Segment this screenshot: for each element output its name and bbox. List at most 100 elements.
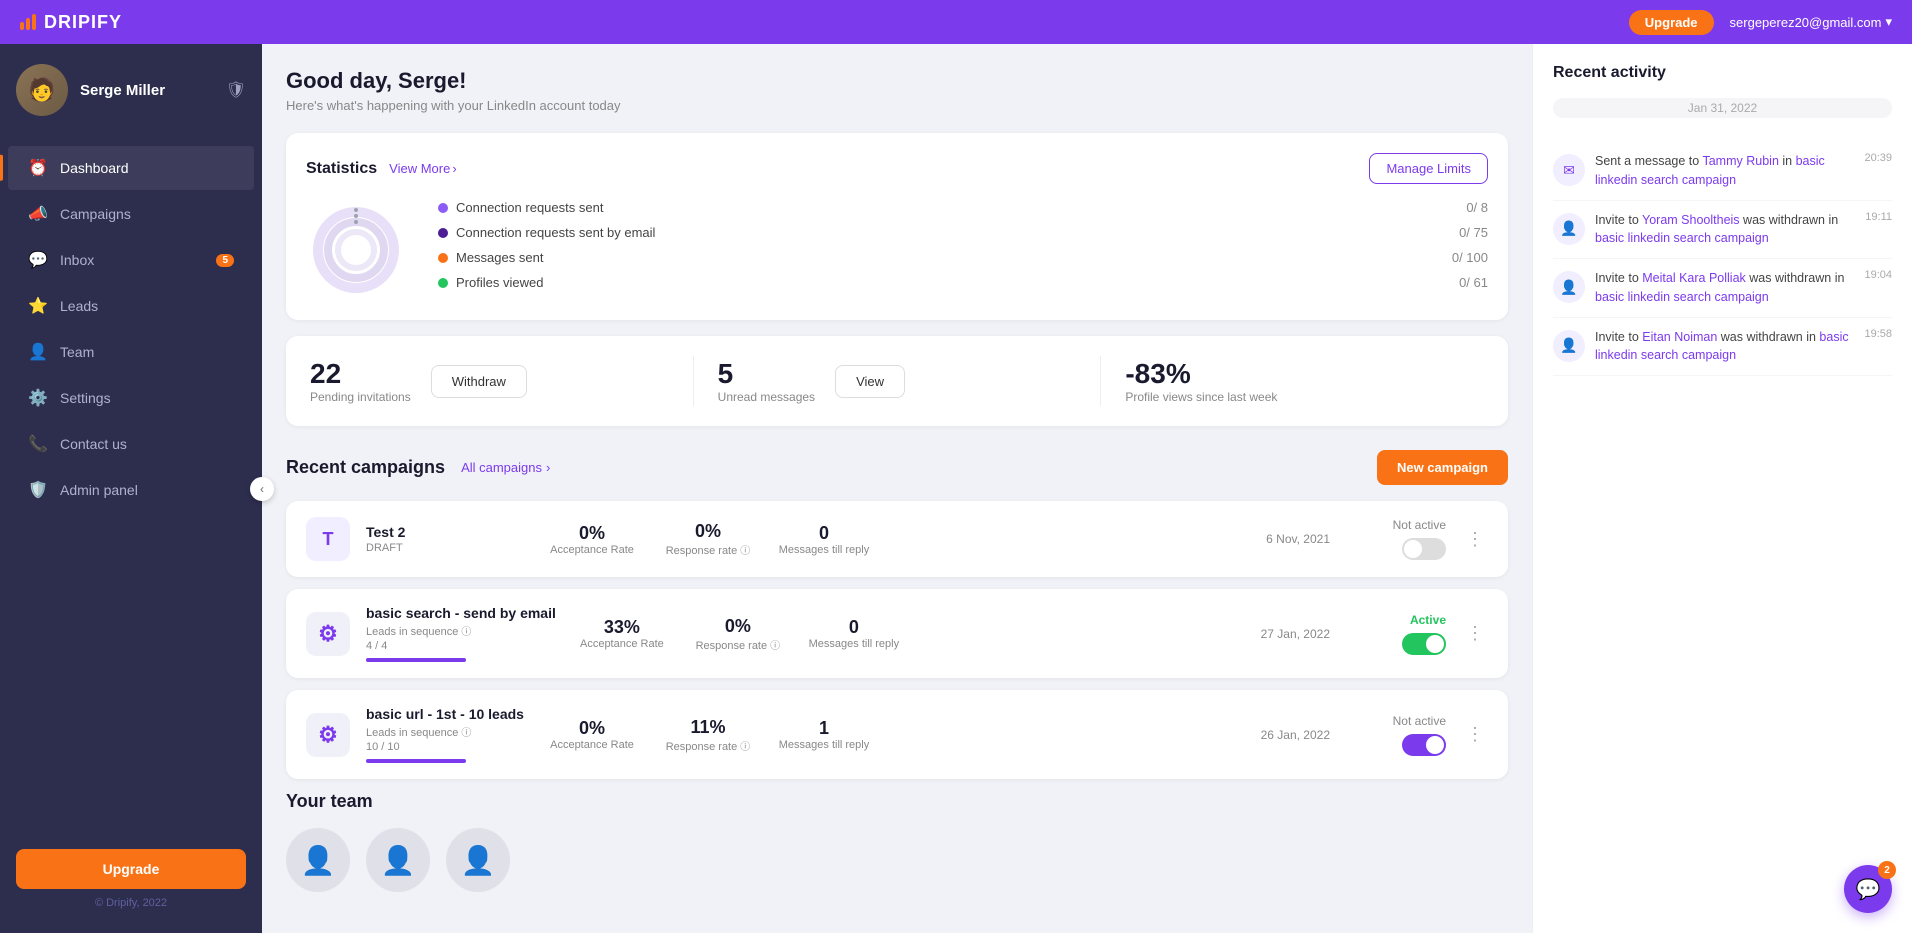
team-avatar-2: 👤 (366, 828, 430, 892)
sidebar-nav: ⏰ Dashboard 📣 Campaigns 💬 Inbox 5 ⭐ Lead… (0, 136, 262, 833)
your-team-section: Your team 👤 👤 👤 (286, 791, 1508, 892)
donut-chart (306, 200, 406, 300)
logo-text: DRIPIFY (44, 12, 122, 33)
metric-label-profile-views: Profile views since last week (1125, 390, 1277, 404)
stats-body: Connection requests sent 0/ 8 Connection… (306, 200, 1488, 300)
manage-limits-button[interactable]: Manage Limits (1369, 153, 1488, 184)
activity-link-campaign2[interactable]: basic linkedin search campaign (1595, 231, 1769, 245)
activity-link-yoram[interactable]: Yoram Shooltheis (1642, 213, 1740, 227)
campaign-date-url: 26 Jan, 2022 (1240, 728, 1330, 742)
sidebar-item-team[interactable]: 👤 Team (8, 330, 254, 374)
toggle-switch[interactable] (1402, 734, 1446, 756)
activity-time-2: 19:11 (1865, 211, 1892, 223)
sidebar-item-label: Admin panel (60, 482, 138, 498)
activity-text-4: Invite to Eitan Noiman was withdrawn in … (1595, 328, 1854, 366)
campaign-card-url: ⚙ basic url - 1st - 10 leads Leads in se… (286, 690, 1508, 779)
sidebar-footer: Upgrade © Dripify, 2022 (0, 833, 262, 933)
dashboard-icon: ⏰ (28, 158, 48, 178)
team-cards: 👤 👤 👤 (286, 828, 1508, 892)
user-email-display[interactable]: sergeperez20@gmail.com ▾ (1730, 14, 1892, 30)
activity-invite-icon-2: 👤 (1553, 271, 1585, 303)
view-more-link[interactable]: View More › (389, 161, 457, 176)
all-campaigns-link[interactable]: All campaigns › (461, 460, 550, 475)
legend-dot (438, 278, 448, 288)
admin-icon: 🛡️ (28, 480, 48, 500)
sidebar-item-settings[interactable]: ⚙️ Settings (8, 376, 254, 420)
legend-dot (438, 228, 448, 238)
sidebar-item-dashboard[interactable]: ⏰ Dashboard (8, 146, 254, 190)
activity-invite-icon-3: 👤 (1553, 330, 1585, 362)
content-left: Good day, Serge! Here's what's happening… (262, 44, 1532, 933)
metric-number-profile-views: -83% (1125, 358, 1277, 390)
sidebar-item-leads[interactable]: ⭐ Leads (8, 284, 254, 328)
stats-legend: Connection requests sent 0/ 8 Connection… (438, 200, 1488, 300)
status-label: Not active (1393, 714, 1446, 728)
view-button[interactable]: View (835, 365, 905, 398)
sidebar-collapse-button[interactable]: ‹ (250, 477, 274, 501)
team-avatar-1: 👤 (286, 828, 350, 892)
campaigns-icon: 📣 (28, 204, 48, 224)
content-with-activity: Good day, Serge! Here's what's happening… (262, 44, 1912, 933)
statistics-card: Statistics View More › Manage Limits (286, 133, 1508, 320)
avatar: 🧑 (16, 64, 68, 116)
metric-separator (1100, 356, 1101, 406)
profile-name: Serge Miller (80, 82, 165, 99)
campaign-acceptance-url: 0% Acceptance Rate (542, 718, 642, 751)
campaign-status-test2: Not active (1346, 518, 1446, 560)
chat-bubble[interactable]: 💬 2 (1844, 865, 1892, 913)
toggle-switch[interactable] (1402, 633, 1446, 655)
legend-item: Profiles viewed 0/ 61 (438, 275, 1488, 290)
chat-badge: 2 (1878, 861, 1896, 879)
campaign-name: Test 2 (366, 524, 526, 540)
status-label: Active (1410, 613, 1446, 627)
sidebar-item-campaigns[interactable]: 📣 Campaigns (8, 192, 254, 236)
activity-time-4: 19:58 (1864, 328, 1892, 340)
campaign-tag: Leads in sequence ⓘ (366, 623, 556, 638)
top-navbar: DRIPIFY Upgrade sergeperez20@gmail.com ▾ (0, 0, 1912, 44)
metric-label-invitations: Pending invitations (310, 390, 411, 404)
new-campaign-button[interactable]: New campaign (1377, 450, 1508, 485)
campaign-leads-count: 10 / 10 (366, 741, 526, 753)
sidebar-item-label: Contact us (60, 436, 127, 452)
campaign-progress (366, 658, 466, 662)
withdraw-button[interactable]: Withdraw (431, 365, 527, 398)
upgrade-button-sidebar[interactable]: Upgrade (16, 849, 246, 889)
campaign-progress-fill (366, 759, 466, 763)
stripe2 (26, 18, 30, 30)
campaign-menu-icon[interactable]: ⋮ (1462, 525, 1488, 554)
team-icon: 👤 (28, 342, 48, 362)
campaign-menu-icon[interactable]: ⋮ (1462, 619, 1488, 648)
activity-link-campaign4[interactable]: basic linkedin search campaign (1595, 330, 1849, 363)
sidebar-item-contact[interactable]: 📞 Contact us (8, 422, 254, 466)
stats-title-row: Statistics View More › (306, 160, 457, 178)
campaign-menu-icon[interactable]: ⋮ (1462, 720, 1488, 749)
activity-item-4: 👤 Invite to Eitan Noiman was withdrawn i… (1553, 318, 1892, 377)
metrics-row: 22 Pending invitations Withdraw 5 Unread… (286, 336, 1508, 426)
activity-link-meital[interactable]: Meital Kara Polliak (1642, 271, 1746, 285)
campaign-messages-url: 1 Messages till reply (774, 718, 874, 751)
team-avatar-3: 👤 (446, 828, 510, 892)
sidebar-item-label: Campaigns (60, 206, 131, 222)
toggle-switch[interactable] (1402, 538, 1446, 560)
your-team-title: Your team (286, 791, 1508, 812)
campaign-leads-count: 4 / 4 (366, 640, 556, 652)
copyright: © Dripify, 2022 (16, 889, 246, 917)
activity-text-1: Sent a message to Tammy Rubin in basic l… (1595, 152, 1854, 190)
campaign-date-email: 27 Jan, 2022 (1240, 627, 1330, 641)
activity-invite-icon: 👤 (1553, 213, 1585, 245)
legend-label: Connection requests sent by email (456, 225, 655, 240)
contact-icon: 📞 (28, 434, 48, 454)
sidebar-item-inbox[interactable]: 💬 Inbox 5 (8, 238, 254, 282)
chevron-right-icon: › (452, 161, 456, 176)
upgrade-button-top[interactable]: Upgrade (1629, 10, 1714, 35)
activity-link-eitan[interactable]: Eitan Noiman (1642, 330, 1717, 344)
settings-icon: ⚙️ (28, 388, 48, 408)
activity-link-campaign3[interactable]: basic linkedin search campaign (1595, 290, 1769, 304)
status-label: Not active (1393, 518, 1446, 532)
activity-link-tammy[interactable]: Tammy Rubin (1702, 154, 1778, 168)
activity-date-label: Jan 31, 2022 (1553, 98, 1892, 118)
campaign-messages-test2: 0 Messages till reply (774, 523, 874, 556)
legend-value: 0/ 8 (1466, 200, 1488, 215)
sidebar: 🧑 Serge Miller 🛡 ⏰ Dashboard 📣 Campaigns… (0, 44, 262, 933)
sidebar-item-admin[interactable]: 🛡️ Admin panel (8, 468, 254, 512)
